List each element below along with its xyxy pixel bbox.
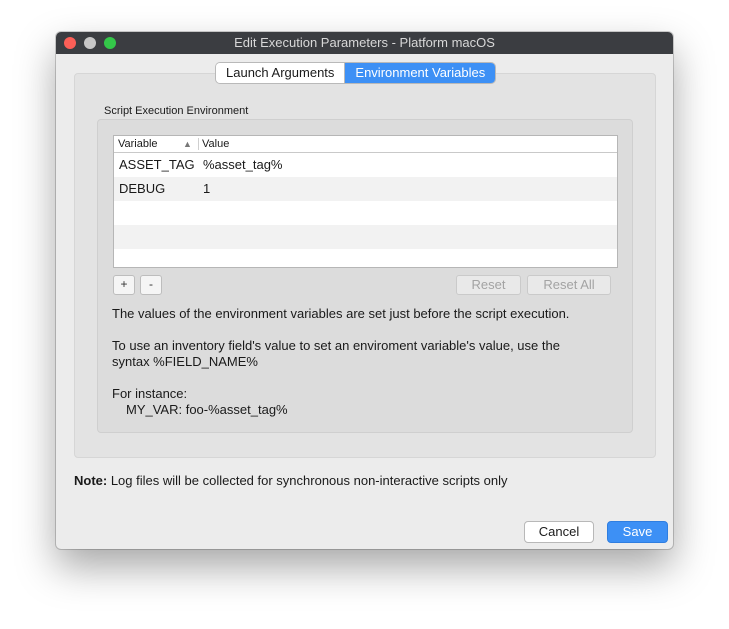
empty-table-row [114, 249, 617, 273]
tab-launch-arguments[interactable]: Launch Arguments [216, 63, 345, 83]
syntax-help-text-continued: syntax %FIELD_NAME% [112, 354, 258, 369]
title-bar: Edit Execution Parameters - Platform mac… [56, 32, 673, 54]
column-header-value[interactable]: Value [202, 136, 229, 152]
example-text: MY_VAR: foo-%asset_tag% [126, 402, 288, 417]
add-variable-button[interactable]: + [113, 275, 135, 295]
table-header: Variable ▲ Value [114, 136, 617, 153]
cancel-button[interactable]: Cancel [524, 521, 594, 543]
note-label: Note: [74, 473, 108, 488]
cell-value: %asset_tag% [203, 157, 283, 172]
variables-table[interactable]: Variable ▲ Value ASSET_TAG %asset_tag% D… [113, 135, 618, 268]
zoom-window-button[interactable] [104, 37, 116, 49]
note-body: Log files will be collected for synchron… [107, 473, 508, 488]
sort-ascending-icon: ▲ [183, 139, 192, 149]
cell-variable: ASSET_TAG [119, 157, 195, 172]
reset-all-button[interactable]: Reset All [527, 275, 611, 295]
window-title: Edit Execution Parameters - Platform mac… [234, 35, 495, 50]
cell-value: 1 [203, 181, 211, 196]
tab-bar: Launch Arguments Environment Variables [216, 63, 496, 83]
note-text: Note: Log files will be collected for sy… [74, 473, 508, 488]
empty-table-row [114, 225, 617, 249]
reset-button[interactable]: Reset [456, 275, 521, 295]
syntax-help-text: To use an inventory field's value to set… [112, 338, 560, 353]
table-row[interactable]: DEBUG 1 [114, 177, 617, 201]
table-row[interactable]: ASSET_TAG %asset_tag% [114, 153, 617, 177]
group-label: Script Execution Environment [104, 105, 249, 117]
dialog-window: Edit Execution Parameters - Platform mac… [56, 32, 673, 549]
column-divider [198, 138, 199, 150]
example-heading: For instance: [112, 386, 188, 401]
save-button[interactable]: Save [607, 521, 668, 543]
remove-variable-button[interactable]: - [140, 275, 162, 295]
empty-table-row [114, 201, 617, 225]
cell-variable: DEBUG [119, 181, 166, 196]
close-window-button[interactable] [64, 37, 76, 49]
tab-environment-variables[interactable]: Environment Variables [344, 63, 496, 83]
minimize-window-button[interactable] [84, 37, 96, 49]
description-text: The values of the environment variables … [112, 306, 570, 321]
